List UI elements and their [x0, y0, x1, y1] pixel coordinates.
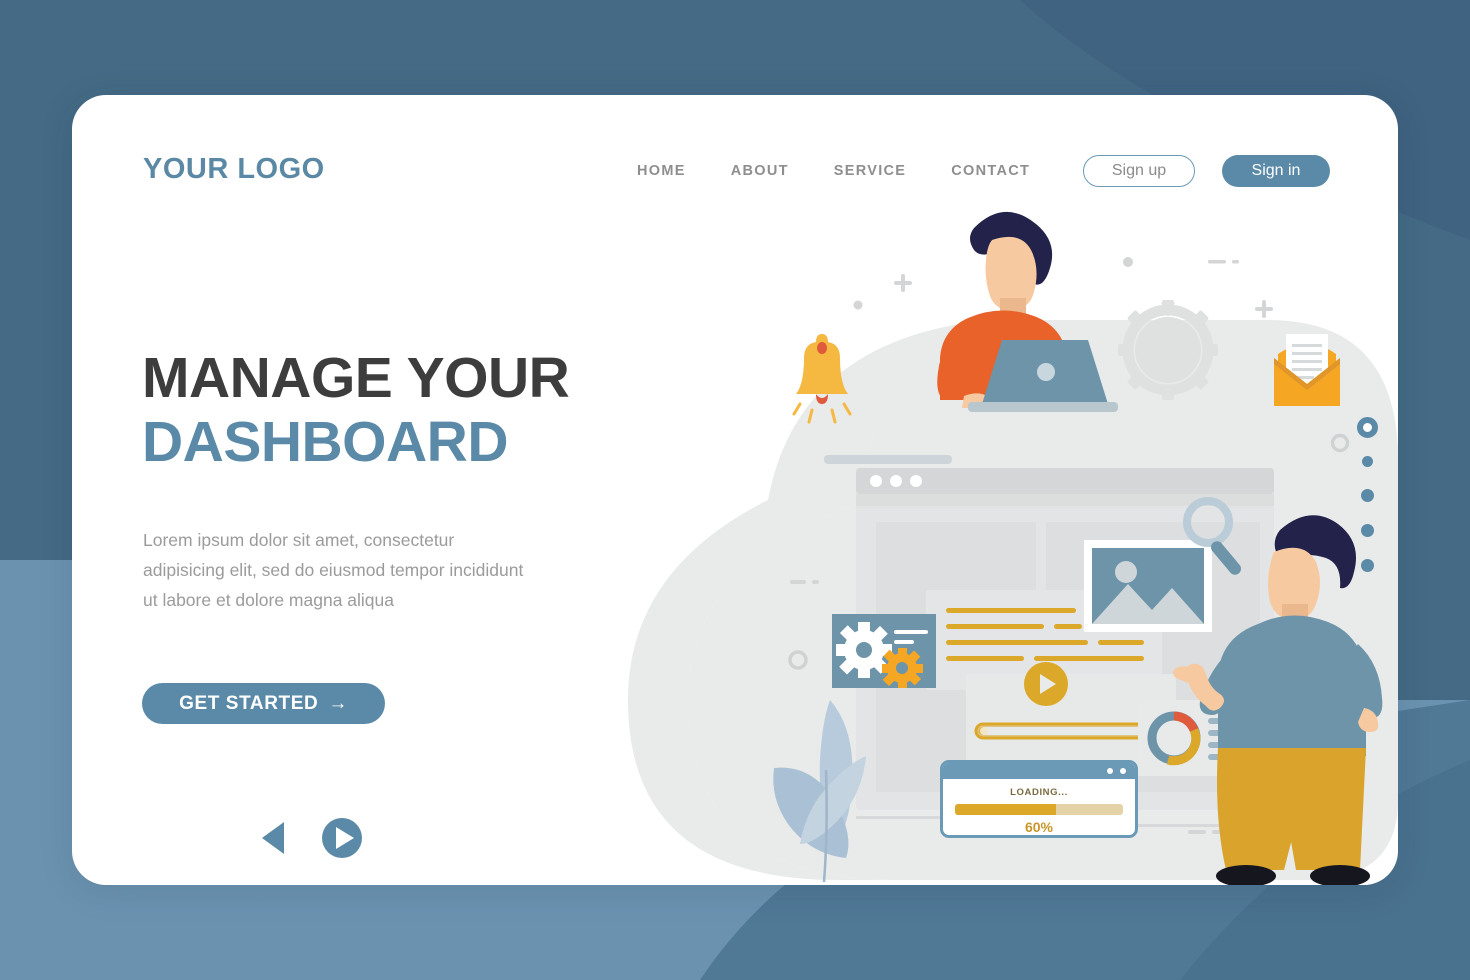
- slide-indicator-2[interactable]: [1362, 456, 1373, 467]
- nav-item-service[interactable]: SERVICE: [834, 163, 907, 179]
- nav-item-about[interactable]: ABOUT: [731, 163, 789, 179]
- slide-indicator-1[interactable]: [1357, 417, 1378, 438]
- slide-indicator-5[interactable]: [1361, 559, 1374, 572]
- loading-percent: 60%: [1024, 819, 1054, 835]
- loading-widget: LOADING... 60%: [940, 760, 1138, 838]
- slide-indicator-4[interactable]: [1361, 524, 1374, 537]
- hero-title-line-1: MANAGE YOUR: [142, 346, 570, 410]
- slide-indicator-3[interactable]: [1361, 489, 1374, 502]
- carousel-controls: [262, 818, 362, 858]
- nav-item-contact[interactable]: CONTACT: [951, 163, 1030, 179]
- hero-paragraph: Lorem ipsum dolor sit amet, consectetur …: [143, 530, 524, 611]
- site-logo[interactable]: YOUR LOGO: [143, 153, 325, 186]
- hero-illustration: LOADING... 60%: [568, 200, 1398, 885]
- nav-item-home[interactable]: HOME: [637, 163, 686, 179]
- main-navigation: HOME ABOUT SERVICE CONTACT: [637, 163, 1030, 179]
- hero-title-line-2: DASHBOARD: [142, 409, 509, 474]
- window-dot-icon: [1120, 768, 1126, 774]
- arrow-right-icon: →: [328, 692, 348, 714]
- landing-card: YOUR LOGO HOME ABOUT SERVICE CONTACT Sig…: [72, 95, 1398, 885]
- loading-progress-track: [955, 804, 1123, 815]
- window-dot-icon: [1107, 768, 1113, 774]
- loading-progress-fill: [955, 804, 1056, 815]
- person-with-laptop: [937, 211, 1118, 412]
- loading-label: LOADING...: [1010, 787, 1068, 798]
- loading-widget-titlebar: [943, 763, 1135, 779]
- sign-in-button[interactable]: Sign in: [1222, 155, 1330, 187]
- carousel-prev-button: [262, 822, 284, 854]
- hero-title: MANAGE YOUR DASHBOARD: [142, 346, 570, 475]
- sign-up-button[interactable]: Sign up: [1083, 155, 1195, 187]
- slide-indicators: [1357, 417, 1378, 594]
- get-started-label: GET STARTED: [179, 692, 319, 714]
- image-card: [1084, 540, 1212, 632]
- carousel-next-button: [322, 818, 362, 858]
- get-started-button[interactable]: GET STARTED →: [142, 683, 385, 724]
- gear-card: [832, 614, 936, 688]
